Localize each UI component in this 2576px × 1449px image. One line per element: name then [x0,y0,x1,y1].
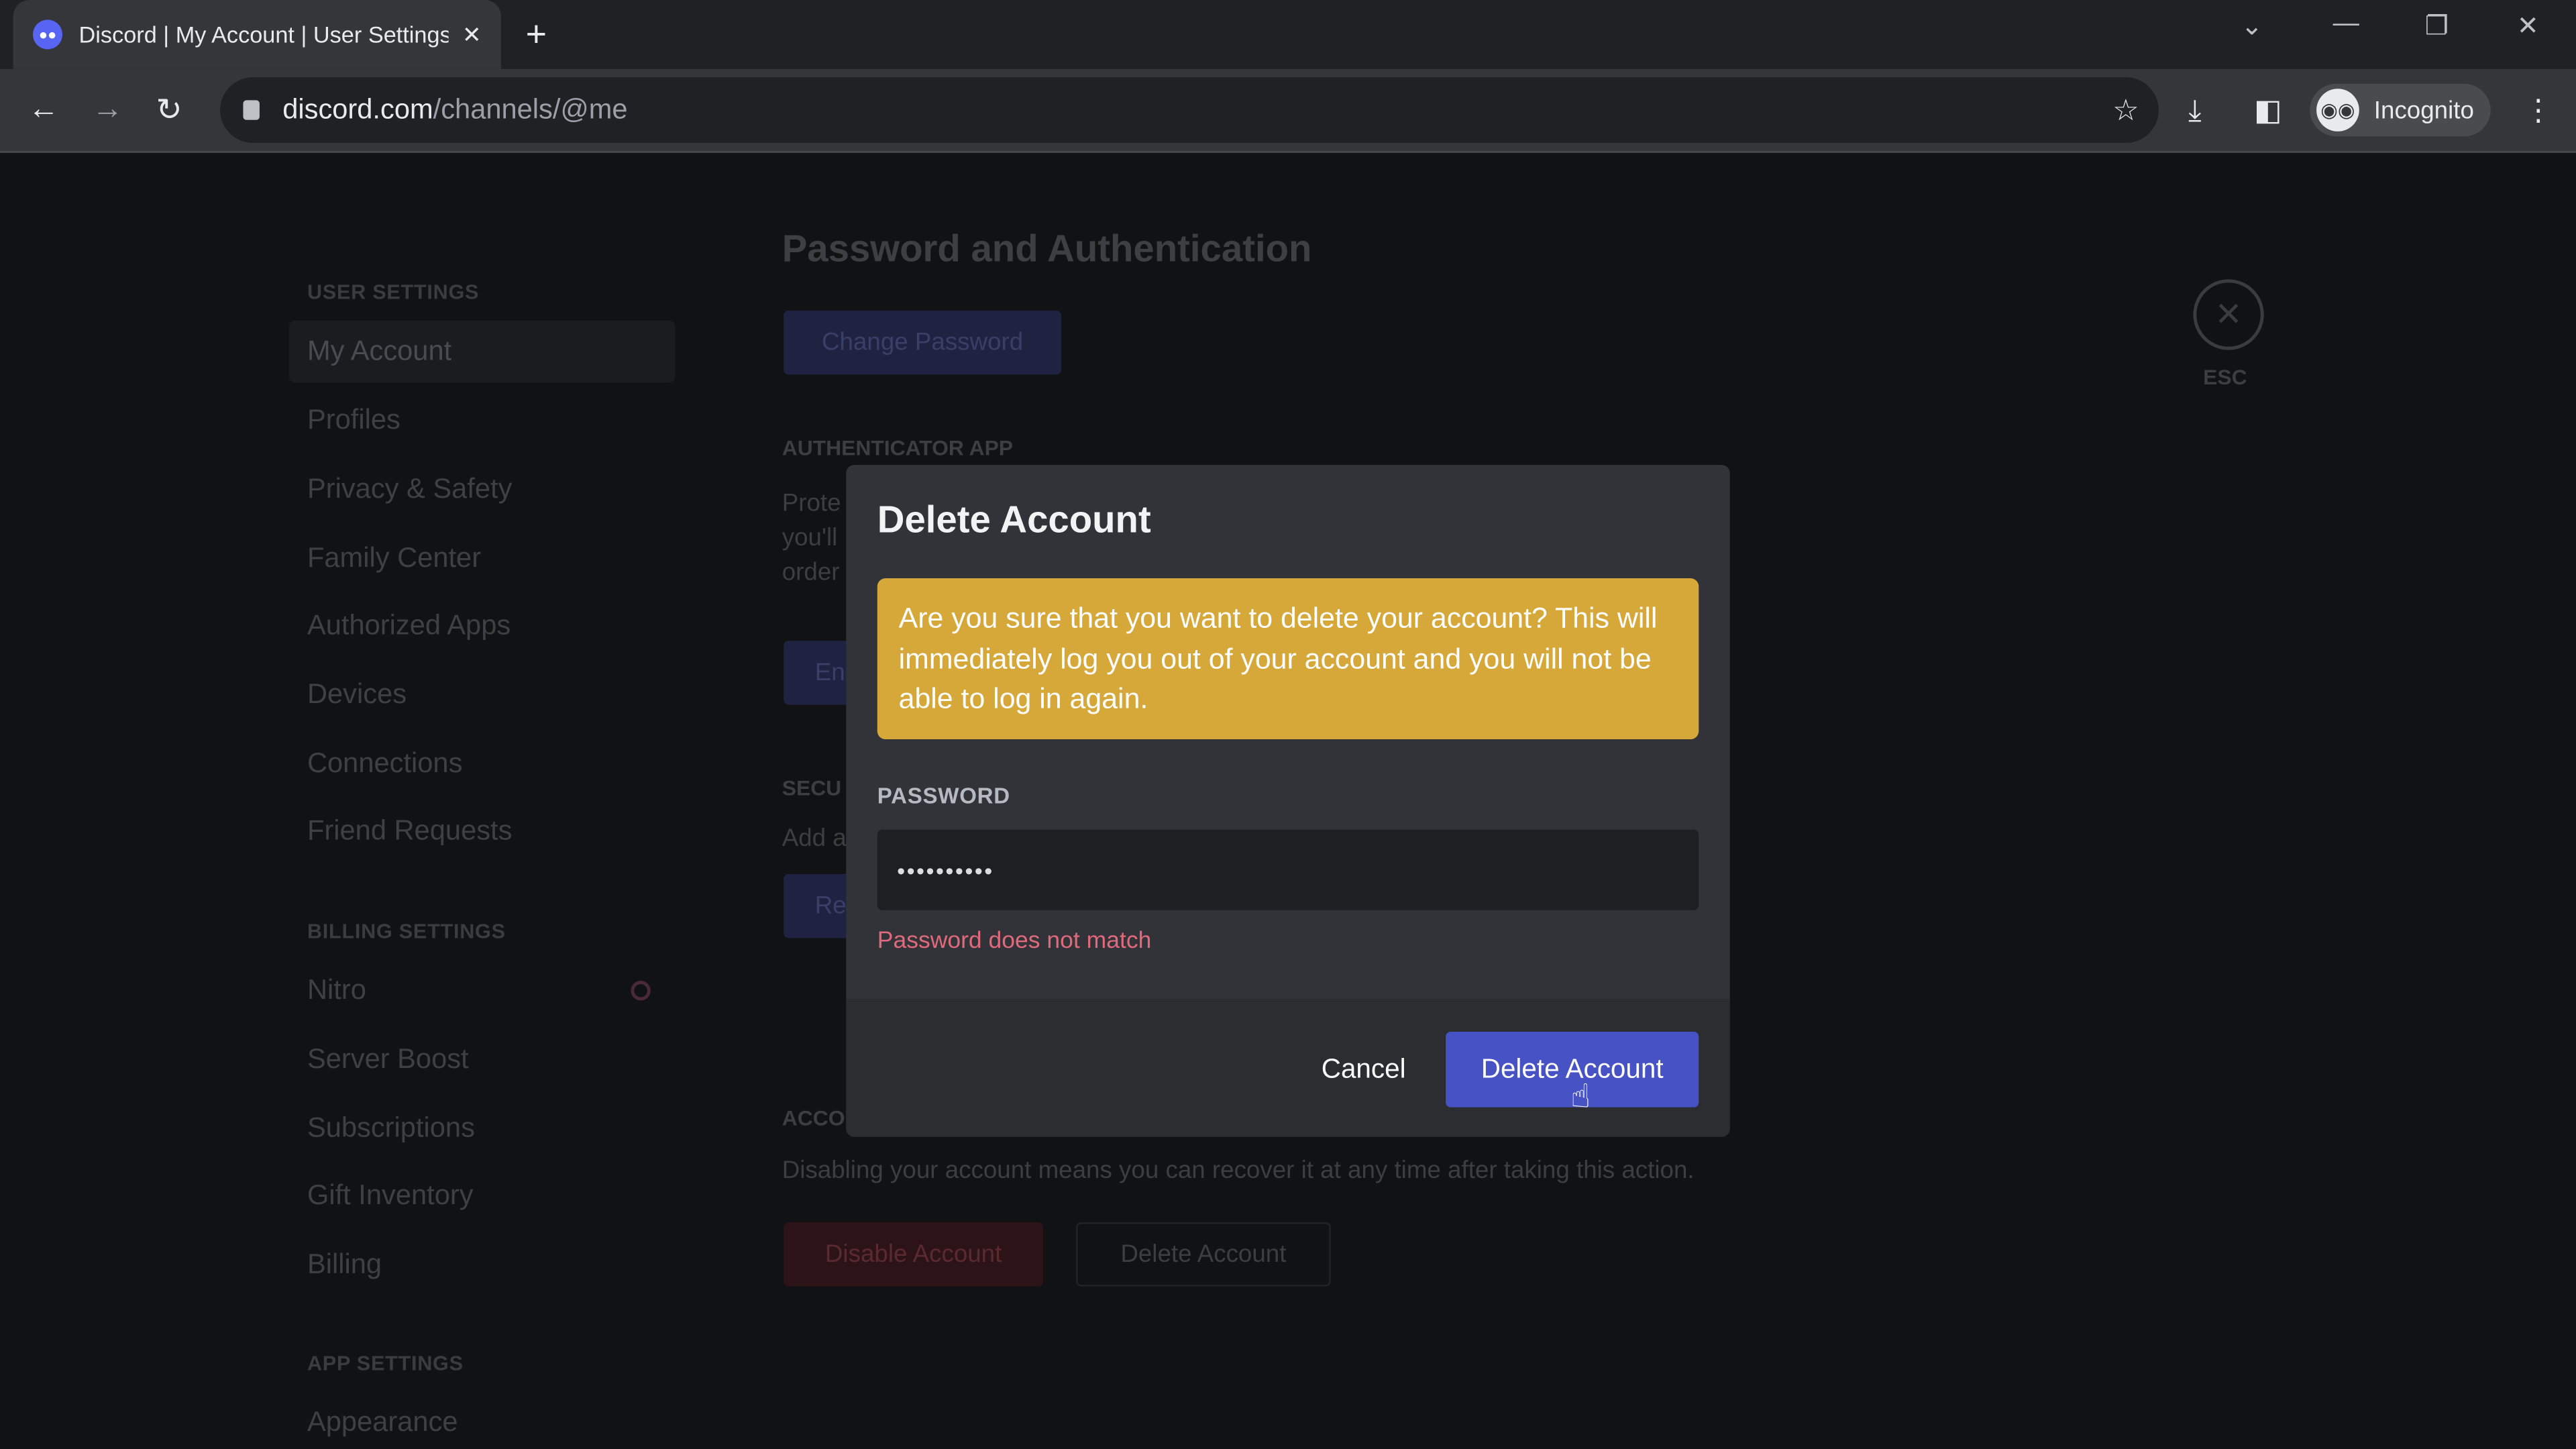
change-password-button[interactable]: Change Password [784,310,1062,375]
close-window-icon[interactable]: ✕ [2517,10,2539,43]
sidebar-item-authorized-apps[interactable]: Authorized Apps [307,610,511,643]
star-icon[interactable]: ☆ [2112,93,2139,127]
delete-account-button-bg[interactable]: Delete Account [1076,1222,1331,1287]
download-icon[interactable]: ⤓ [2188,94,2202,128]
back-icon[interactable]: ← [28,92,60,128]
tab-title: Discord | My Account | User Settings [78,21,449,48]
sidebar-item-gift-inventory[interactable]: Gift Inventory [307,1179,474,1212]
forward-icon[interactable]: → [92,92,123,128]
address-bar[interactable]: discord.com/channels/@me ☆ [220,77,2159,144]
nitro-badge-icon [631,981,651,1001]
sidebar-item-server-boost[interactable]: Server Boost [307,1043,469,1076]
user-settings-heading: USER SETTINGS [307,280,480,305]
url-host: discord.com [282,93,433,125]
security-keys-heading: SECU [782,775,842,800]
sidebar-item-my-account[interactable]: My Account [307,335,451,368]
sidebar-item-appearance[interactable]: Appearance [307,1406,458,1439]
page-title: Password and Authentication [782,226,1312,270]
disable-account-button[interactable]: Disable Account [784,1222,1044,1287]
minimize-icon[interactable]: — [2333,10,2359,40]
password-input[interactable] [877,829,1699,910]
tab-search-icon[interactable]: ⌄ [2241,10,2263,43]
hand-cursor-icon: ☝ [1570,1079,1591,1116]
warning-notice: Are you sure that you want to delete you… [877,578,1699,740]
reload-icon[interactable]: ↻ [156,92,182,129]
sidebar-item-billing[interactable]: Billing [307,1248,382,1281]
password-error: Password does not match [877,928,1152,955]
sidebar-item-subscriptions[interactable]: Subscriptions [307,1112,475,1145]
new-tab-icon[interactable]: + [526,13,547,56]
account-removal-text: Disabling your account means you can rec… [782,1157,1695,1185]
close-settings-icon[interactable]: ✕ [2193,279,2264,350]
account-removal-heading: ACCO [782,1106,845,1130]
esc-label: ESC [2203,364,2247,390]
security-keys-text: Add a [782,824,847,853]
lock-icon [243,100,260,120]
close-tab-icon[interactable]: ✕ [462,21,482,49]
sidebar-item-devices[interactable]: Devices [307,678,407,711]
authenticator-text: Prote you'll order [782,489,841,587]
discord-icon: ●● [32,19,63,50]
sidebar-item-connections[interactable]: Connections [307,747,462,780]
sidebar-item-family-center[interactable]: Family Center [307,542,481,575]
sidebar-item-profiles[interactable]: Profiles [307,404,400,437]
modal-title: Delete Account [877,498,1151,541]
browser-tab[interactable]: ●● Discord | My Account | User Settings … [13,0,501,69]
profile-label: Incognito [2373,96,2474,124]
authenticator-heading: AUTHENTICATOR APP [782,435,1014,460]
menu-icon[interactable]: ⋮ [2524,94,2553,128]
side-panel-icon[interactable]: ◧ [2254,94,2282,128]
url-path: /channels/@me [433,93,628,125]
password-label: PASSWORD [877,784,1010,808]
sidebar-item-friend-requests[interactable]: Friend Requests [307,815,512,848]
incognito-icon: ◉◉ [2316,89,2359,131]
sidebar-item-privacy-safety[interactable]: Privacy & Safety [307,473,512,506]
billing-settings-heading: BILLING SETTINGS [307,920,506,943]
sidebar-item-nitro[interactable]: Nitro [307,974,366,1007]
cancel-button[interactable]: Cancel [1281,1032,1446,1108]
delete-account-modal: Delete Account Are you sure that you wan… [846,465,1730,1137]
restore-icon[interactable]: ❐ [2425,10,2449,43]
app-settings-heading: APP SETTINGS [307,1352,464,1375]
incognito-profile[interactable]: ◉◉ Incognito [2310,83,2491,137]
